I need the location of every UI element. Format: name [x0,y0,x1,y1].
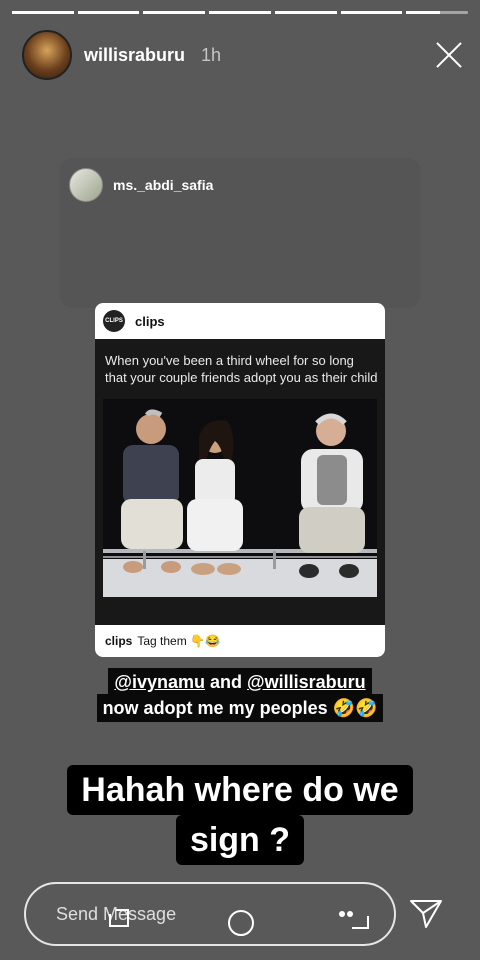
home-nav-icon[interactable] [226,908,256,938]
mention-text-2: now adopt me my peoples 🤣🤣 [96,694,384,722]
progress-segment [143,11,206,14]
shared-post-header: ms._abdi_safia [69,168,213,202]
clip-post[interactable]: CLIPS clips When you've been a third whe… [95,303,385,657]
progress-segment [77,11,140,14]
mention-text-line2: now adopt me my peoples 🤣🤣 [0,694,480,722]
progress-segment [12,11,74,14]
reply-text-line2: sign ? [0,815,480,865]
clip-footer-text: Tag them 👇😂 [137,634,220,648]
user-avatar[interactable] [22,30,72,80]
progress-segment [274,11,337,14]
clips-logo: CLIPS [103,310,125,332]
back-nav-icon[interactable] [106,904,134,932]
close-icon[interactable] [432,38,466,72]
username[interactable]: willisraburu [84,45,185,66]
send-icon[interactable] [408,895,444,931]
mention-text-line1: @ivynamu and @willisraburu [0,668,480,696]
reply-text-1: Hahah where do we [67,765,413,815]
mention-box: @ivynamu and @willisraburu [108,668,372,696]
clip-photo [103,399,377,597]
progress-segment [209,11,271,14]
story-time: 1h [201,44,222,65]
clip-account-name: clips [135,313,165,329]
story-progress-bar [12,11,469,14]
reply-text-line1: Hahah where do we [0,765,480,815]
clip-post-footer: clips Tag them 👇😂 [95,625,385,657]
shared-user-avatar [69,168,103,202]
photo-illustration [103,399,377,597]
shared-username[interactable]: ms._abdi_safia [113,177,213,193]
mention-ivynamu[interactable]: @ivynamu [114,672,205,692]
progress-segment [340,11,403,14]
story-header: willisraburu 1h [22,30,466,80]
story-view[interactable]: willisraburu 1h ms._abdi_safia CLIPS cli… [0,0,480,960]
send-message-input[interactable]: Send Message [24,882,396,946]
mention-joiner: and [210,672,243,692]
clip-post-header: CLIPS clips [95,303,385,339]
clip-caption: When you've been a third wheel for so lo… [105,353,378,385]
mention-willisraburu[interactable]: @willisraburu [247,672,366,692]
more-options-icon[interactable] [336,906,376,934]
clip-footer-user: clips [105,634,133,648]
reply-text-2: sign ? [175,815,305,865]
progress-segment-current [406,11,469,14]
shared-post-card[interactable]: ms._abdi_safia [59,158,421,308]
